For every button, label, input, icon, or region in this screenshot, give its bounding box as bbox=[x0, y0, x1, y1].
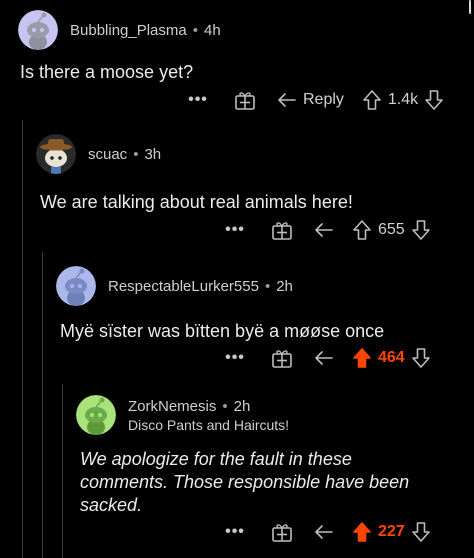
gift-icon bbox=[235, 92, 255, 110]
thread-line bbox=[22, 120, 23, 558]
gift-icon bbox=[272, 222, 292, 240]
more-options-button[interactable]: ••• bbox=[222, 221, 248, 239]
upvote-arrow-filled-icon bbox=[353, 348, 371, 368]
more-options-button[interactable]: ••• bbox=[222, 349, 248, 367]
comment-text-line: sacked. bbox=[80, 495, 143, 515]
timestamp: 4h bbox=[204, 21, 221, 39]
award-button[interactable] bbox=[268, 522, 296, 542]
upvote-button[interactable] bbox=[352, 219, 372, 241]
gift-icon bbox=[272, 524, 292, 542]
downvote-arrow-icon bbox=[411, 522, 430, 542]
reply-arrow-icon bbox=[278, 93, 296, 107]
timestamp: 2h bbox=[276, 277, 293, 295]
snoo-cowboy-avatar-icon bbox=[36, 134, 76, 174]
reply-button[interactable] bbox=[314, 222, 334, 238]
gift-icon bbox=[272, 350, 292, 368]
upvote-arrow-icon bbox=[353, 220, 371, 240]
thread-line bbox=[62, 384, 63, 558]
downvote-button[interactable] bbox=[424, 89, 444, 111]
reply-button[interactable] bbox=[314, 524, 334, 540]
scroll-indicator[interactable] bbox=[469, 0, 471, 14]
username[interactable]: RespectableLurker555 bbox=[108, 278, 259, 295]
vote-score: 655 bbox=[378, 221, 405, 238]
downvote-arrow-icon bbox=[411, 220, 430, 240]
reply-button[interactable]: Reply bbox=[277, 91, 344, 109]
user-flair: Disco Pants and Haircuts! bbox=[128, 416, 290, 433]
username[interactable]: ZorkNemesis bbox=[128, 398, 216, 415]
username[interactable]: Bubbling_Plasma bbox=[70, 22, 187, 39]
reply-button[interactable] bbox=[314, 350, 334, 366]
upvote-arrow-filled-icon bbox=[353, 522, 371, 542]
avatar[interactable] bbox=[18, 10, 58, 50]
comment-text-line: comments. Those responsible have been bbox=[80, 472, 410, 492]
separator-dot: • bbox=[192, 21, 199, 39]
award-button[interactable] bbox=[268, 348, 296, 368]
comment-text: We apologize for the fault in these comm… bbox=[80, 448, 409, 517]
downvote-button[interactable] bbox=[411, 347, 431, 369]
vote-score: 464 bbox=[378, 349, 405, 366]
snoo-avatar-icon bbox=[76, 395, 116, 435]
reply-arrow-icon bbox=[315, 351, 333, 365]
downvote-button[interactable] bbox=[411, 219, 431, 241]
separator-dot: • bbox=[222, 397, 228, 415]
timestamp: 2h bbox=[233, 397, 251, 415]
award-button[interactable] bbox=[231, 90, 259, 110]
separator-dot: • bbox=[133, 145, 139, 163]
more-options-button[interactable]: ••• bbox=[222, 523, 248, 541]
comment-text: Myë sïster was bïtten byë a møøse once bbox=[60, 321, 385, 341]
snoo-avatar-icon bbox=[18, 10, 58, 50]
username[interactable]: scuac bbox=[88, 146, 127, 163]
upvote-arrow-icon bbox=[363, 90, 381, 110]
vote-score: 227 bbox=[378, 523, 405, 540]
downvote-arrow-icon bbox=[411, 348, 430, 368]
upvote-button[interactable] bbox=[352, 521, 372, 543]
downvote-button[interactable] bbox=[411, 521, 431, 543]
more-options-button[interactable]: ••• bbox=[185, 91, 211, 109]
upvote-button[interactable] bbox=[352, 347, 372, 369]
downvote-arrow-icon bbox=[425, 90, 443, 110]
separator-dot: • bbox=[264, 277, 271, 295]
vote-score: 1.4k bbox=[387, 91, 419, 108]
reply-arrow-icon bbox=[315, 525, 333, 539]
award-button[interactable] bbox=[268, 220, 296, 240]
comment-text: Is there a moose yet? bbox=[20, 62, 194, 82]
comment-text: We are talking about real animals here! bbox=[40, 192, 353, 212]
reply-label: Reply bbox=[303, 91, 344, 108]
snoo-avatar-icon bbox=[56, 266, 96, 306]
upvote-button[interactable] bbox=[362, 89, 382, 111]
reply-arrow-icon bbox=[315, 223, 333, 237]
avatar[interactable] bbox=[76, 395, 116, 435]
timestamp: 3h bbox=[144, 145, 162, 163]
avatar[interactable] bbox=[36, 134, 76, 174]
thread-line bbox=[42, 252, 43, 558]
comment-text-line: We apologize for the fault in these bbox=[80, 449, 352, 469]
avatar[interactable] bbox=[56, 266, 96, 306]
